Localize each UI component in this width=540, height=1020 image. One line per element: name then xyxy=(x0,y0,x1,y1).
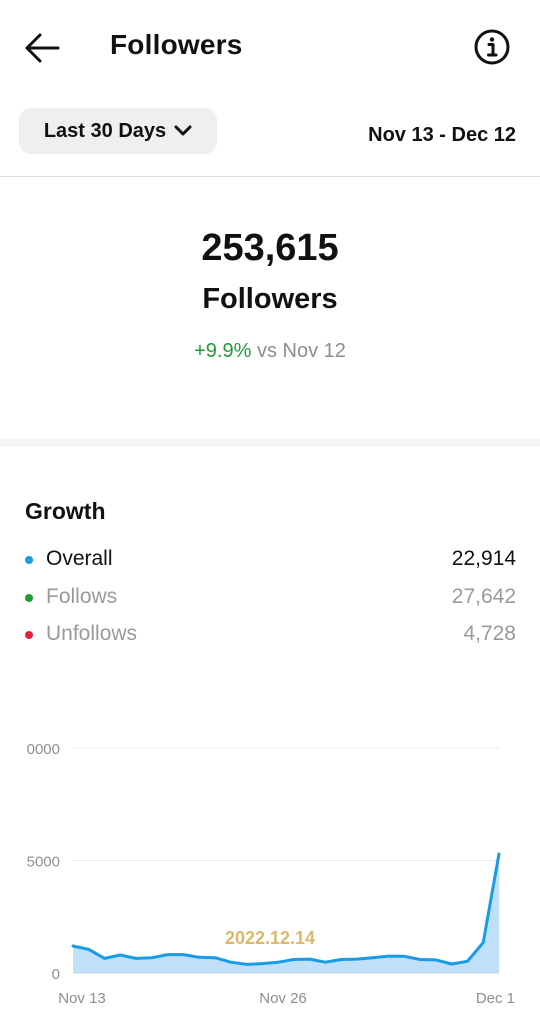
arrow-left-icon xyxy=(25,33,60,63)
date-range-dropdown-label: Last 30 Days xyxy=(43,119,167,142)
info-button[interactable] xyxy=(473,28,511,66)
change-percentage: +9.9% xyxy=(194,340,252,362)
growth-title: Growth xyxy=(25,498,106,524)
chart-series-area xyxy=(73,853,499,973)
growth-row-unfollows: Unfollows 4,728 xyxy=(0,620,540,650)
info-circle-icon xyxy=(474,29,510,65)
chart-y-tick-label: 0 xyxy=(52,966,60,983)
chart-x-tick-label: Nov 26 xyxy=(259,990,307,1007)
growth-row-label: Follows xyxy=(46,585,118,608)
growth-chart: 0 5000 0000 2022.12.14 Nov 13 Nov 26 Dec 1 xyxy=(27,741,515,1007)
chart-annotation: 2022.12.14 xyxy=(225,928,315,948)
unfollows-dot-icon xyxy=(25,631,33,639)
top-bar: Followers xyxy=(0,0,540,96)
date-range-dropdown[interactable]: Last 30 Days xyxy=(19,108,217,154)
followers-summary: 253,615 Followers +9.9% vs Nov 12 xyxy=(0,177,540,439)
back-button[interactable] xyxy=(22,30,62,66)
growth-row-value: 22,914 xyxy=(451,547,516,570)
chart-x-tick-label: Nov 13 xyxy=(58,990,106,1007)
growth-row-value: 27,642 xyxy=(451,585,516,608)
growth-row-label: Overall xyxy=(46,547,113,570)
follows-dot-icon xyxy=(25,594,33,602)
section-separator xyxy=(0,439,540,447)
follower-count: 253,615 xyxy=(201,227,339,269)
page-title: Followers xyxy=(110,29,243,60)
change-comparison: vs Nov 12 xyxy=(251,340,346,362)
growth-row-value: 4,728 xyxy=(463,622,516,645)
overall-dot-icon xyxy=(25,556,33,564)
chart-y-tick-label: 0000 xyxy=(27,741,60,758)
date-range-text: Nov 13 - Dec 12 xyxy=(368,124,516,146)
chevron-down-icon xyxy=(174,125,192,136)
growth-row-follows: Follows 27,642 xyxy=(0,583,540,613)
chart-y-tick-label: 5000 xyxy=(27,854,60,871)
follower-change: +9.9% vs Nov 12 xyxy=(0,340,540,363)
growth-row-label: Unfollows xyxy=(46,622,138,645)
chart-x-tick-label: Dec 1 xyxy=(476,990,515,1007)
follower-count-label: Followers xyxy=(202,283,338,315)
growth-row-overall: Overall 22,914 xyxy=(0,545,540,575)
